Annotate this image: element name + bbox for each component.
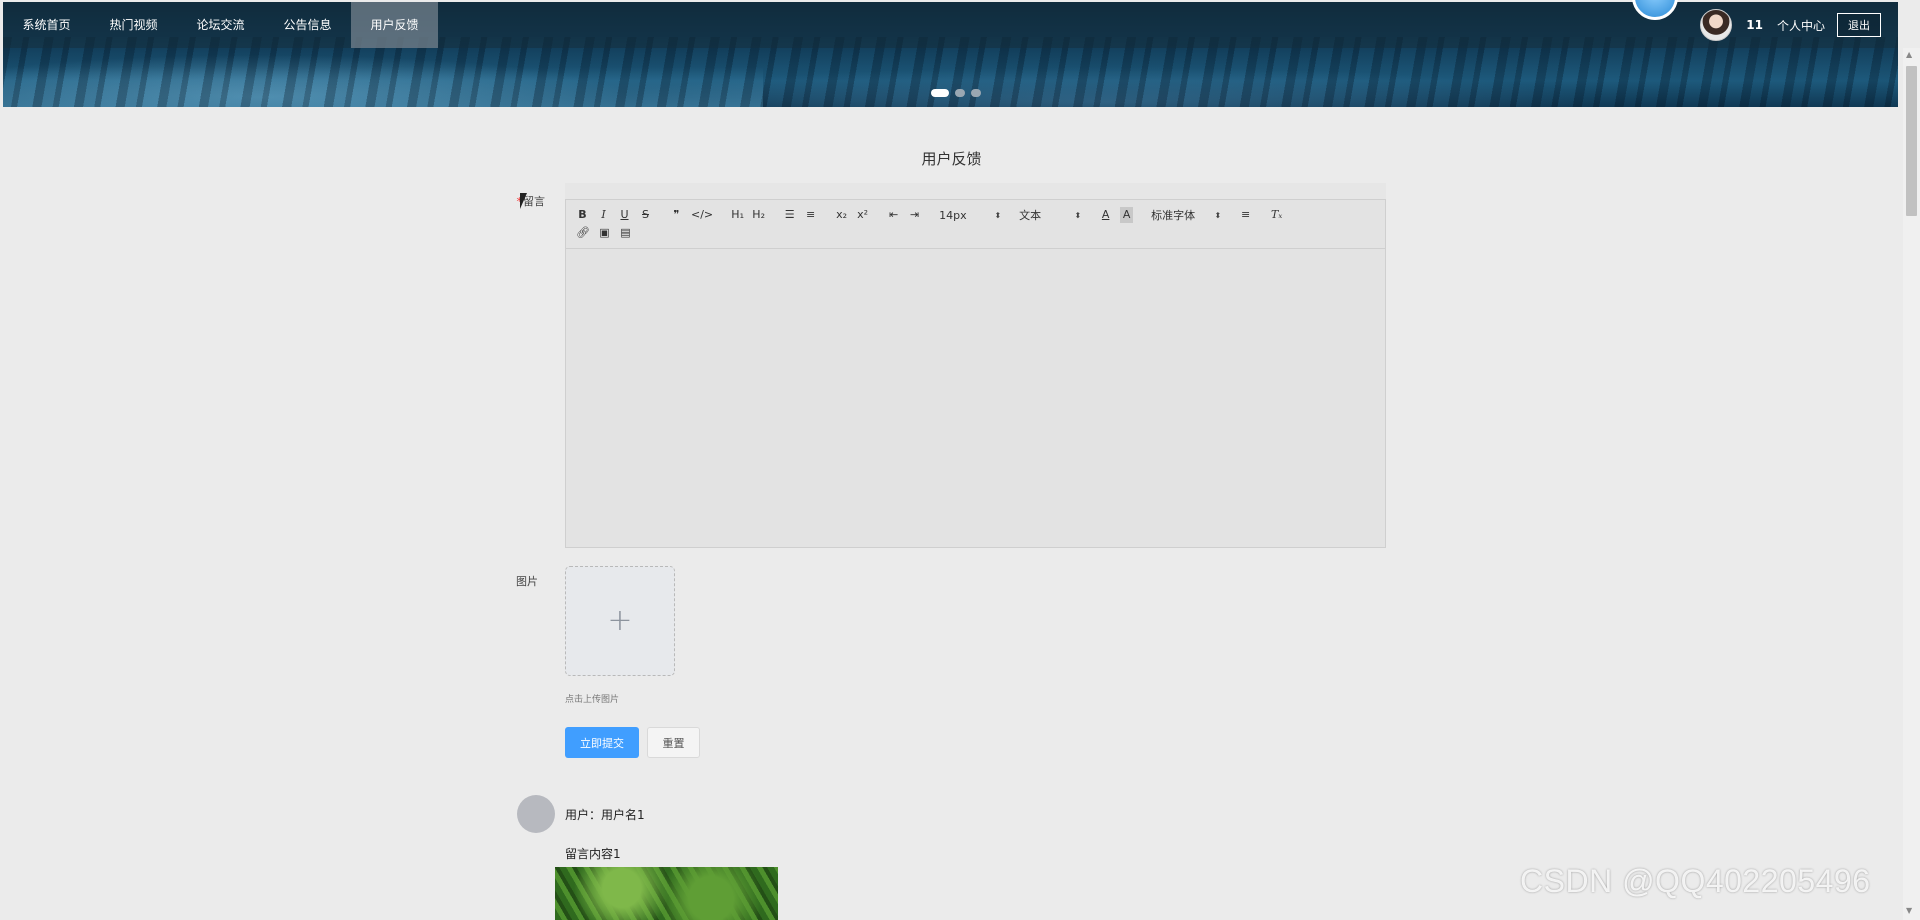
ordered-list-icon[interactable]: ☰	[783, 207, 796, 223]
code-block-icon[interactable]: </>	[691, 207, 713, 223]
image-label: 图片	[516, 575, 538, 588]
mouse-cursor-icon	[520, 193, 527, 209]
image-uploader[interactable]: +	[565, 566, 675, 676]
editor-top-strip	[565, 183, 1386, 199]
nav-username: 11	[1746, 18, 1763, 32]
italic-icon[interactable]: I	[597, 207, 610, 223]
background-color-icon[interactable]: A	[1120, 207, 1134, 223]
nav-item-notices[interactable]: 公告信息	[264, 2, 351, 48]
outdent-icon[interactable]: ⇤	[887, 207, 900, 223]
header1-icon[interactable]: H₁	[731, 207, 744, 223]
plus-icon: +	[607, 603, 633, 638]
font-size-select[interactable]: 14px ⬍	[939, 209, 1001, 222]
editor-content-area[interactable]	[566, 249, 1385, 547]
editor-toolbar: B I U S ❞ </> H₁ H₂ ☰ ≡ x₂ x² ⇤ ⇥ 14px ⬍…	[566, 200, 1385, 249]
nav-item-videos[interactable]: 热门视频	[90, 2, 177, 48]
carousel-dot-1[interactable]	[931, 89, 949, 97]
carousel-dot-3[interactable]	[971, 89, 981, 97]
nav-menu: 系统首页 热门视频 论坛交流 公告信息 用户反馈	[3, 2, 438, 48]
bullet-list-icon[interactable]: ≡	[804, 207, 817, 223]
carousel-dot-2[interactable]	[955, 89, 965, 97]
video-icon[interactable]: ▤	[619, 225, 632, 241]
font-family-arrow-icon: ⬍	[1214, 210, 1222, 220]
paragraph-value: 文本	[1019, 209, 1042, 222]
strikethrough-icon[interactable]: S	[639, 207, 652, 223]
align-icon[interactable]: ≡	[1239, 207, 1252, 223]
page-title: 用户反馈	[921, 150, 982, 168]
top-nav: 系统首页 热门视频 论坛交流 公告信息 用户反馈 11 个人中心 退出	[3, 2, 1898, 48]
link-icon[interactable]: 🔗︎	[576, 225, 590, 241]
subscript-icon[interactable]: x₂	[835, 207, 848, 223]
comment-user: 用户：用户名1	[565, 808, 645, 822]
reset-button[interactable]: 重置	[647, 727, 700, 758]
nav-item-feedback[interactable]: 用户反馈	[351, 2, 438, 48]
upload-tip: 点击上传图片	[565, 695, 620, 705]
scroll-down-icon[interactable]: ▼	[1906, 906, 1912, 915]
submit-button[interactable]: 立即提交	[565, 727, 639, 758]
paragraph-select[interactable]: 文本 ⬍	[1019, 207, 1081, 223]
superscript-icon[interactable]: x²	[856, 207, 869, 223]
comment-image[interactable]	[555, 867, 778, 920]
clear-format-icon[interactable]: Tₓ	[1270, 207, 1283, 223]
carousel-indicators	[931, 89, 981, 97]
message-label: *留言	[485, 193, 546, 209]
scroll-up-icon[interactable]: ▲	[1906, 50, 1912, 59]
font-color-icon[interactable]: A	[1099, 207, 1112, 223]
logout-button[interactable]: 退出	[1837, 13, 1881, 37]
paragraph-arrow-icon: ⬍	[1074, 210, 1082, 220]
font-size-value: 14px	[939, 208, 967, 222]
comment-avatar	[517, 795, 555, 833]
underline-icon[interactable]: U	[618, 207, 631, 223]
blockquote-icon[interactable]: ❞	[670, 207, 683, 223]
font-family-value: 标准字体	[1151, 209, 1196, 222]
nav-item-home[interactable]: 系统首页	[3, 2, 90, 48]
scrollbar-thumb[interactable]	[1906, 66, 1917, 216]
font-family-select[interactable]: 标准字体 ⬍	[1151, 207, 1221, 223]
header2-icon[interactable]: H₂	[752, 207, 765, 223]
profile-link[interactable]: 个人中心	[1777, 17, 1825, 34]
watermark: CSDN @QQ402205496	[1520, 863, 1871, 899]
image-icon[interactable]: ▣	[598, 225, 611, 241]
comment-content: 留言内容1	[565, 847, 621, 861]
font-size-arrow-icon: ⬍	[994, 210, 1002, 220]
bold-icon[interactable]: B	[576, 207, 589, 223]
indent-icon[interactable]: ⇥	[908, 207, 921, 223]
nav-user-area: 11 个人中心 退出	[1700, 2, 1881, 48]
rich-text-editor: B I U S ❞ </> H₁ H₂ ☰ ≡ x₂ x² ⇤ ⇥ 14px ⬍…	[565, 199, 1386, 548]
nav-item-forum[interactable]: 论坛交流	[177, 2, 264, 48]
user-avatar[interactable]	[1700, 9, 1733, 41]
